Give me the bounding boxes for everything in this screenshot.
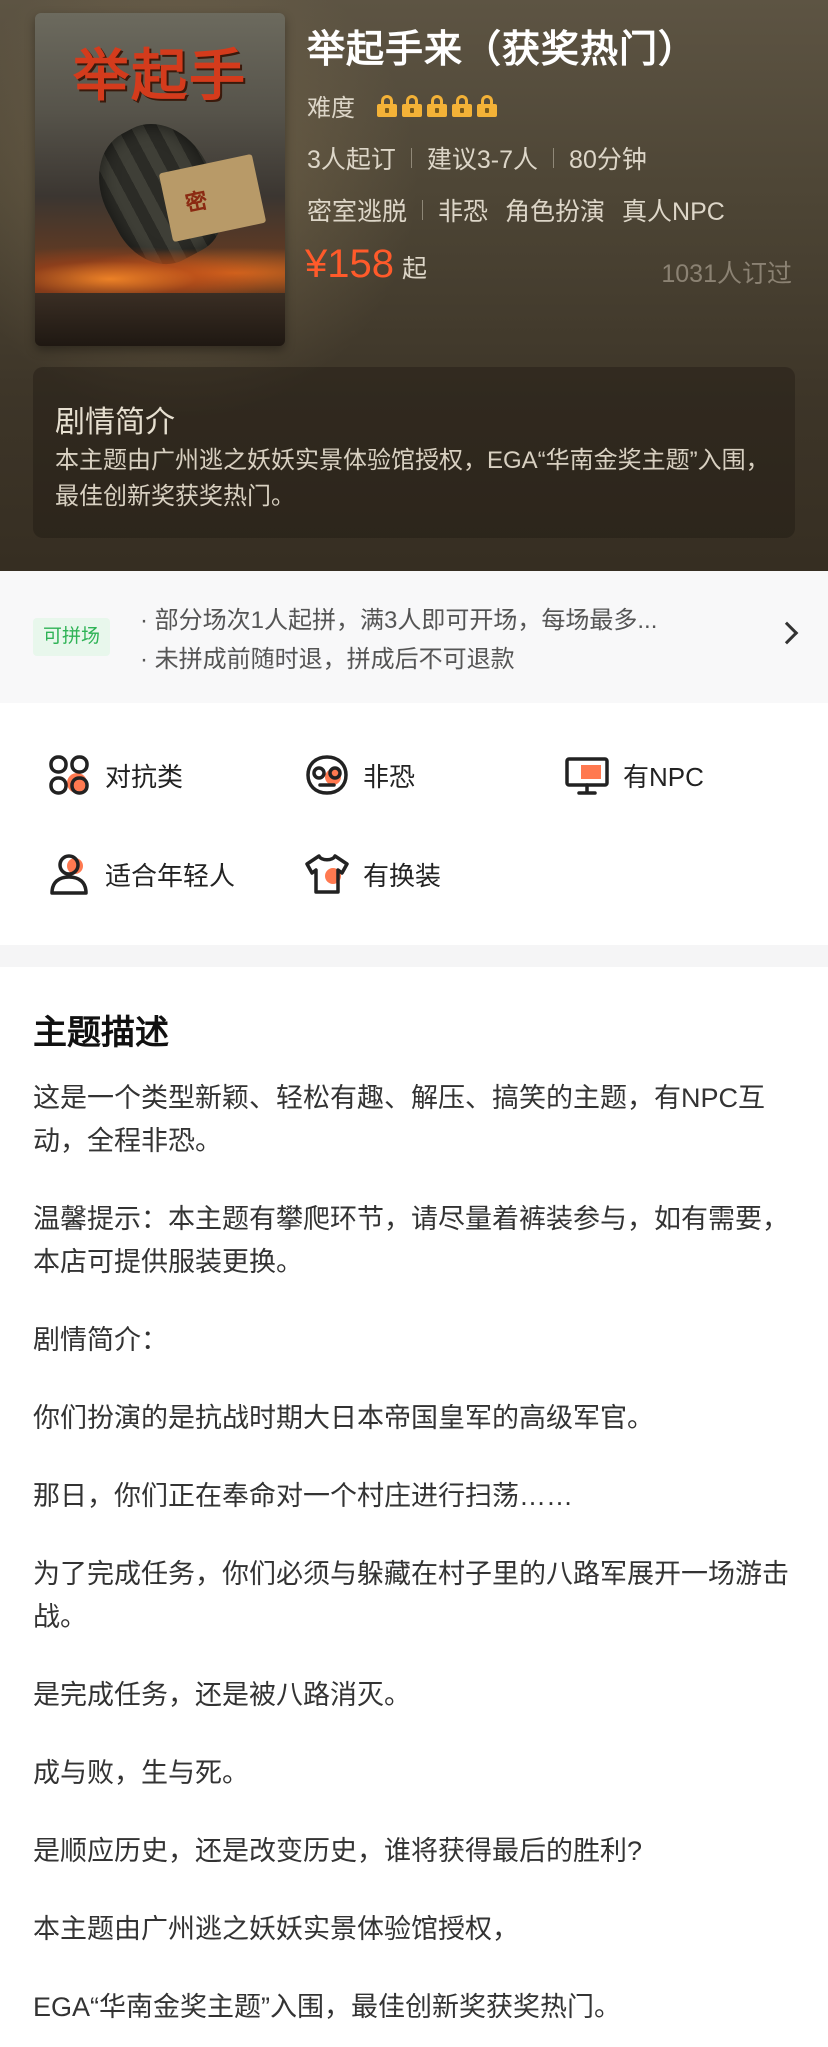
feature-label: 有换装 [363,860,442,891]
tag-non-horror: 非恐 [438,198,489,226]
difficulty-row: 难度 [307,88,502,123]
price-row: ¥158 起 [305,242,427,287]
description-title: 主题描述 [33,1014,169,1052]
plot-summary-title: 剧情简介 [55,406,175,439]
theme-title: 举起手来（获奖热门） [307,29,698,71]
description-paragraph: 是完成任务，还是被八路消灭。 [33,1680,411,1710]
lock-icon [477,94,497,117]
theme-tags: 密室逃脱 非恐 角色扮演 真人NPC [307,192,725,228]
description-paragraph: 是顺应历史，还是改变历史，谁将获得最后的胜利? [33,1836,643,1866]
description-paragraph: EGA“华南金奖主题”入围，最佳创新奖获奖热门。 [33,1992,622,2022]
price: ¥158 [305,242,394,286]
meta-divider [410,148,412,168]
feature-grid: 对抗类 非恐 有NPC 适合年轻人 有换装 [0,703,828,945]
mask-icon [306,755,348,795]
difficulty-label: 难度 [307,95,355,122]
lock-icon [402,94,422,117]
section-divider [0,945,828,967]
description-paragraph: 这是一个类型新颖、轻松有趣、解压、搞笑的主题，有NPC互动，全程非恐。 [33,1083,766,1156]
description-paragraph: 本主题由广州逃之妖妖实景体验馆授权， [33,1914,519,1944]
group-booking-rule: · 部分场次1人起拼，满3人即可开场，每场最多... [140,607,658,634]
suggested-players: 建议3-7人 [426,146,539,174]
poster-stamp: 密 [183,187,210,217]
theme-poster[interactable]: 举起手来 密 [35,13,285,346]
chevron-right-icon[interactable] [775,621,799,645]
feature-label: 对抗类 [105,761,184,792]
monitor-icon [565,757,609,795]
poster-ground-illustration [35,293,285,346]
booked-count: 1031人订过 [661,260,792,288]
tag-divider [422,200,424,220]
shirt-icon [305,854,349,894]
tag-escape-room: 密室逃脱 [307,198,408,226]
group-booking-rule: · 未拼成前随时退，拼成后不可退款 [140,646,515,673]
description-paragraph: 你们扮演的是抗战时期大日本帝国皇军的高级军官。 [33,1403,654,1433]
tag-role-play: 角色扮演 [505,198,606,226]
description-paragraph: 温馨提示：本主题有攀爬环节，请尽量着裤装参与，如有需要，本店可提供服装更换。 [33,1204,789,1277]
price-suffix: 起 [401,255,427,283]
feature-item: 非恐 [303,751,415,799]
feature-item: 有NPC [563,751,704,799]
duration: 80分钟 [569,146,647,174]
person-icon [50,854,88,895]
plot-summary-card: 剧情简介 本主题由广州逃之妖妖实景体验馆授权，EGA“华南金奖主题”入围，最佳创… [33,367,795,538]
theme-header: 举起手来 密 举起手来（获奖热门） 难度 3人起订 建议3-7人 80分钟 密室… [0,0,828,571]
meta-divider [553,148,555,168]
clover-icon [49,755,89,795]
feature-label: 非恐 [363,761,416,792]
feature-item: 适合年轻人 [45,850,235,898]
lock-icon [452,94,472,117]
feature-item: 对抗类 [45,751,183,799]
plot-summary-text: 本主题由广州逃之妖妖实景体验馆授权，EGA“华南金奖主题”入围，最佳创新奖获奖热… [55,447,770,510]
tag-live-npc: 真人NPC [622,198,725,226]
feature-label: 有NPC [623,761,704,792]
theme-description: 主题描述 这是一个类型新颖、轻松有趣、解压、搞笑的主题，有NPC互动，全程非恐。… [0,967,828,2047]
lock-icon [427,94,447,117]
feature-item: 有换装 [303,850,441,898]
description-paragraph: 成与败，生与死。 [33,1758,249,1788]
description-paragraph: 那日，你们正在奉命对一个村庄进行扫荡…… [33,1481,573,1511]
lock-icon [377,94,397,117]
min-players: 3人起订 [307,146,396,174]
group-booking-badge: 可拼场 [33,618,111,656]
group-booking-banner[interactable]: 可拼场 · 部分场次1人起拼，满3人即可开场，每场最多... · 未拼成前随时退… [0,571,828,703]
description-paragraph: 为了完成任务，你们必须与躲藏在村子里的八路军展开一场游击战。 [33,1559,789,1632]
feature-label: 适合年轻人 [105,860,236,891]
description-paragraph: 剧情简介： [33,1325,168,1355]
theme-meta: 3人起订 建议3-7人 80分钟 [307,140,647,176]
